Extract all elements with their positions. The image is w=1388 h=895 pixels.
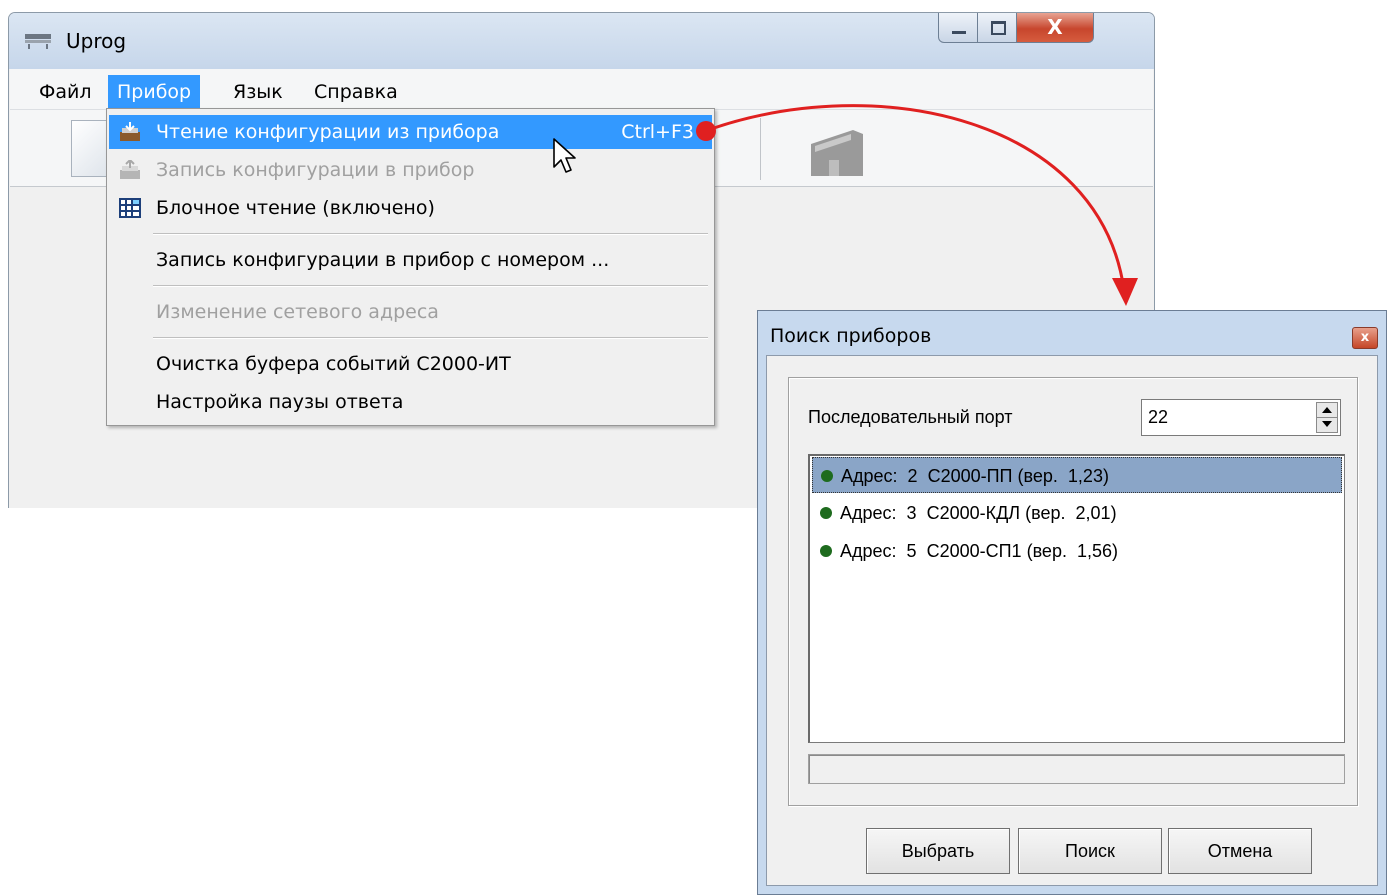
- window-title: Uprog: [66, 29, 127, 53]
- menu-item-write-config[interactable]: Запись конфигурации в прибор: [109, 153, 712, 187]
- status-dot-icon: [820, 545, 832, 557]
- menu-device[interactable]: Прибор: [108, 75, 201, 109]
- device-row-text: Адрес: 3 С2000-КДЛ (вер. 2,01): [840, 503, 1117, 523]
- title-bar[interactable]: Uprog X: [9, 13, 1154, 69]
- device-row-2[interactable]: Адрес: 3 С2000-КДЛ (вер. 2,01): [812, 495, 1342, 531]
- search-group: Последовательный порт 22 Адрес: 2 С2000-…: [788, 377, 1358, 806]
- dialog-body: Последовательный порт 22 Адрес: 2 С2000-…: [766, 355, 1378, 886]
- select-button[interactable]: Выбрать: [866, 828, 1010, 874]
- menu-item-label: Запись конфигурации в прибор: [156, 159, 475, 181]
- menu-separator: [153, 337, 708, 339]
- menu-item-write-config-number[interactable]: Запись конфигурации в прибор с номером .…: [109, 243, 712, 277]
- close-icon: x: [1360, 330, 1370, 345]
- toolbar-separator: [760, 118, 761, 180]
- block-read-icon: [119, 198, 141, 218]
- dialog-title: Поиск приборов: [770, 325, 932, 347]
- menu-item-label: Изменение сетевого адреса: [156, 301, 439, 323]
- menu-file[interactable]: Файл: [30, 75, 101, 109]
- serial-port-input[interactable]: 22: [1141, 399, 1341, 436]
- spin-down-arrow-icon[interactable]: [1317, 418, 1337, 432]
- serial-port-value: 22: [1148, 407, 1169, 427]
- app-icon: [25, 34, 51, 49]
- menu-item-read-config[interactable]: Чтение конфигурации из прибора Ctrl+F3: [109, 115, 712, 149]
- menu-item-label: Настройка паузы ответа: [156, 391, 404, 413]
- read-config-icon: [120, 122, 140, 141]
- exit-icon[interactable]: [807, 126, 867, 176]
- device-row-3[interactable]: Адрес: 5 С2000-СП1 (вер. 1,56): [812, 533, 1342, 569]
- cancel-button[interactable]: Отмена: [1168, 828, 1312, 874]
- menu-item-clear-buffer[interactable]: Очистка буфера событий С2000-ИТ: [109, 347, 712, 381]
- device-search-dialog: Поиск приборов x Последовательный порт 2…: [757, 310, 1387, 895]
- maximize-button[interactable]: [977, 13, 1017, 43]
- menu-item-response-pause[interactable]: Настройка паузы ответа: [109, 385, 712, 419]
- shortcut-label: Ctrl+F3: [621, 121, 694, 143]
- status-dot-icon: [820, 507, 832, 519]
- menu-language[interactable]: Язык: [224, 75, 292, 109]
- close-button[interactable]: X: [1016, 13, 1094, 43]
- device-menu-dropdown: Чтение конфигурации из прибора Ctrl+F3 З…: [106, 108, 715, 426]
- device-list[interactable]: Адрес: 2 С2000-ПП (вер. 1,23) Адрес: 3 С…: [808, 454, 1345, 743]
- menu-separator: [153, 285, 708, 287]
- menu-separator: [153, 233, 708, 235]
- spin-up-arrow-icon[interactable]: [1317, 403, 1337, 418]
- status-field: [808, 754, 1345, 784]
- device-row-1[interactable]: Адрес: 2 С2000-ПП (вер. 1,23): [812, 457, 1342, 493]
- menu-item-block-read[interactable]: Блочное чтение (включено): [109, 191, 712, 225]
- status-dot-icon: [821, 470, 833, 482]
- search-button[interactable]: Поиск: [1018, 828, 1162, 874]
- menu-item-label: Очистка буфера событий С2000-ИТ: [156, 353, 511, 375]
- menu-help[interactable]: Справка: [305, 75, 407, 109]
- serial-port-label: Последовательный порт: [808, 407, 1013, 427]
- menu-item-label: Запись конфигурации в прибор с номером .…: [156, 249, 610, 271]
- dialog-close-button[interactable]: x: [1352, 327, 1378, 349]
- menu-item-label: Блочное чтение (включено): [156, 197, 435, 219]
- menu-item-label: Чтение конфигурации из прибора: [156, 121, 500, 143]
- device-row-text: Адрес: 5 С2000-СП1 (вер. 1,56): [840, 541, 1119, 561]
- write-config-icon: [120, 160, 140, 179]
- mouse-cursor-icon: [553, 138, 576, 173]
- port-spinner[interactable]: [1316, 402, 1338, 433]
- minimize-button[interactable]: [938, 13, 978, 43]
- device-row-text: Адрес: 2 С2000-ПП (вер. 1,23): [841, 466, 1109, 486]
- menu-bar: Файл Прибор Язык Справка: [10, 69, 1153, 110]
- menu-item-change-address[interactable]: Изменение сетевого адреса: [109, 295, 712, 329]
- close-icon: X: [1047, 15, 1063, 39]
